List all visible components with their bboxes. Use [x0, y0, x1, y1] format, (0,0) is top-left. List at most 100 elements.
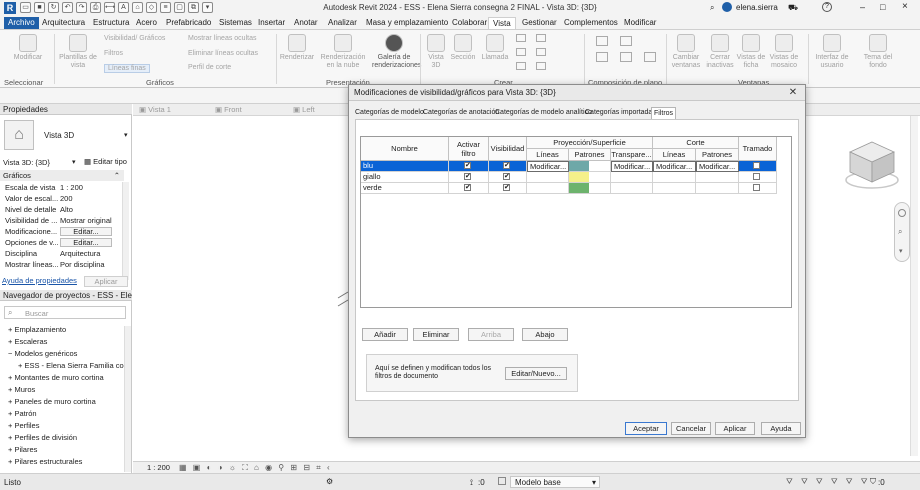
cancel-button[interactable]: Cancelar [671, 422, 711, 435]
project-search-box[interactable]: ⌕ Buscar [4, 306, 126, 319]
instance-selector[interactable]: Vista 3D: {3D} [3, 158, 50, 167]
visibility-checkbox[interactable]: ✔ [503, 184, 510, 191]
property-row[interactable]: Mostrar líneas... Por disciplina [2, 259, 120, 270]
print-icon[interactable]: ⎙ [90, 2, 101, 13]
undo-icon[interactable]: ↶ [62, 2, 73, 13]
user-icon[interactable] [722, 2, 732, 12]
property-value[interactable]: 200 [60, 193, 120, 204]
visibility-cell[interactable]: ✔ [489, 161, 527, 172]
remove-hidden-lines-button[interactable]: Eliminar líneas ocultas [188, 50, 258, 57]
override-cell[interactable] [696, 183, 739, 194]
help-icon[interactable]: ? [822, 2, 832, 12]
remove-filter-button[interactable]: Eliminar [413, 328, 459, 341]
property-edit-button[interactable]: Editar... [60, 238, 112, 247]
browser-tree-item[interactable]: + Emplazamiento [8, 324, 66, 336]
section-icon[interactable]: ◇ [146, 2, 157, 13]
customize-icon[interactable]: ▾ [202, 2, 213, 13]
enable-filter-cell[interactable]: ✔ [449, 172, 489, 183]
visibility-cell[interactable]: ✔ [489, 183, 527, 194]
surface-pattern-cell[interactable] [569, 183, 611, 194]
tab-imported-categories[interactable]: Categorías importadas [583, 107, 658, 119]
property-row[interactable]: Valor de escal... 200 [2, 193, 120, 204]
browser-scrollbar[interactable] [124, 326, 131, 472]
tab-annotation-categories[interactable]: Categorías de anotación [421, 107, 501, 119]
browser-tree-item[interactable]: + Perfiles de división [8, 432, 77, 444]
tab-masa[interactable]: Masa y emplazamiento [362, 17, 452, 29]
visibility-checkbox[interactable]: ✔ [503, 173, 510, 180]
properties-help-link[interactable]: Ayuda de propiedades [2, 276, 77, 285]
save-icon[interactable]: ■ [34, 2, 45, 13]
tab-colaborar[interactable]: Colaborar [448, 17, 491, 29]
graphics-section-header[interactable]: Gráficos ⌃ [0, 170, 124, 181]
ok-button[interactable]: Aceptar [625, 422, 667, 435]
active-model-dropdown[interactable]: Modelo base ▾ [510, 476, 600, 488]
type-name[interactable]: Vista 3D [44, 131, 74, 140]
close-hidden-icon[interactable]: ▢ [174, 2, 185, 13]
elevation-icon[interactable] [536, 34, 546, 42]
duplicate-view-icon[interactable] [536, 48, 546, 56]
sync-icon[interactable]: ↻ [48, 2, 59, 13]
property-value[interactable]: Editar... [60, 226, 120, 237]
tab-sistemas[interactable]: Sistemas [215, 17, 256, 29]
tab-model-categories[interactable]: Categorías de modelo [353, 107, 426, 119]
tab-analytical-categories[interactable]: Categorías de modelo analítico [493, 107, 594, 119]
apply-properties-button[interactable]: Aplicar [84, 276, 128, 287]
view-control-icons[interactable]: ▦ ▣ ◐ ◑ ☼ ⛶ ⌂ ◉ ⚲ ⊞ ⊟ ⌗ ‹ [179, 463, 332, 473]
move-down-button[interactable]: Abajo [522, 328, 568, 341]
navigation-bar[interactable]: ⌕ ▾ [894, 202, 910, 262]
property-row[interactable]: Disciplina Arquitectura [2, 248, 120, 259]
select-panel-label[interactable]: Seleccionar [4, 78, 43, 87]
override-cell[interactable] [653, 172, 696, 183]
thin-lines-icon[interactable]: ≡ [160, 2, 171, 13]
zoom-icon[interactable]: ⌕ [898, 227, 902, 237]
selection-filter-icons[interactable]: ⛛ ⛛ ⛛ ⛛ ⛛ ⛛ [786, 477, 870, 487]
worksharing-icon[interactable]: ⚙ [326, 477, 333, 486]
property-row[interactable]: Nivel de detalle Alto [2, 204, 120, 215]
revisions-icon[interactable] [620, 52, 632, 62]
apply-button[interactable]: Aplicar [715, 422, 755, 435]
enable-filter-checkbox[interactable]: ✔ [464, 162, 471, 169]
property-row[interactable]: Modificacione... Editar... [2, 226, 120, 237]
help-button[interactable]: Ayuda [761, 422, 801, 435]
view-tab-front[interactable]: ▣ Front [215, 105, 242, 114]
steering-wheel-icon[interactable] [898, 209, 906, 217]
halftone-checkbox[interactable] [753, 162, 760, 169]
measure-icon[interactable]: ⟷ [104, 2, 115, 13]
drafting-view-icon[interactable] [516, 48, 526, 56]
render-gallery-button[interactable]: Galería de renderizaciones [372, 34, 421, 74]
add-filter-button[interactable]: Añadir [362, 328, 408, 341]
halftone-checkbox[interactable] [753, 184, 760, 191]
3d-view-icon[interactable]: ⌂ [132, 2, 143, 13]
canvas-scrollbar[interactable] [910, 116, 918, 456]
schedules-icon[interactable] [536, 62, 546, 70]
view-cube[interactable] [842, 136, 902, 192]
tab-gestionar[interactable]: Gestionar [518, 17, 561, 29]
surface-pattern-cell[interactable] [569, 172, 611, 183]
properties-scrollbar[interactable] [122, 182, 129, 280]
legends-icon[interactable] [516, 62, 526, 70]
browser-tree-item[interactable]: + Pilares [8, 444, 37, 456]
override-cell[interactable] [527, 183, 569, 194]
tab-modificar[interactable]: Modificar [620, 17, 660, 29]
plan-views-icon[interactable] [516, 34, 526, 42]
user-interface-button[interactable]: Interfaz de usuario [812, 34, 852, 74]
visibility-checkbox[interactable]: ✔ [503, 162, 510, 169]
view-templates-button[interactable]: Plantillas de vista [58, 34, 98, 74]
maximize-icon[interactable]: □ [880, 2, 885, 12]
move-up-button[interactable]: Arriba [468, 328, 514, 341]
show-hidden-lines-button[interactable]: Mostrar líneas ocultas [188, 35, 256, 42]
filter-name-cell[interactable]: verde [361, 183, 449, 194]
filters-button[interactable]: Filtros [104, 50, 123, 57]
view-tab-left[interactable]: ▣ Left [293, 105, 315, 114]
tab-arquitectura[interactable]: Arquitectura [38, 17, 89, 29]
minimize-icon[interactable]: – [860, 2, 865, 12]
browser-tree-item[interactable]: + ESS - Elena Sierra Familia co [18, 360, 124, 372]
browser-tree-item[interactable]: + Montantes de muro cortina [8, 372, 104, 384]
type-dropdown-icon[interactable]: ▾ [124, 131, 128, 139]
tab-insertar[interactable]: Insertar [254, 17, 289, 29]
tab-estructura[interactable]: Estructura [89, 17, 133, 29]
design-options-icon[interactable]: ⟟ [470, 478, 473, 488]
callout-button[interactable]: Llamada [480, 34, 510, 74]
modify-button[interactable]: Modificar [8, 34, 48, 74]
tab-filters[interactable]: Filtros [651, 107, 677, 119]
